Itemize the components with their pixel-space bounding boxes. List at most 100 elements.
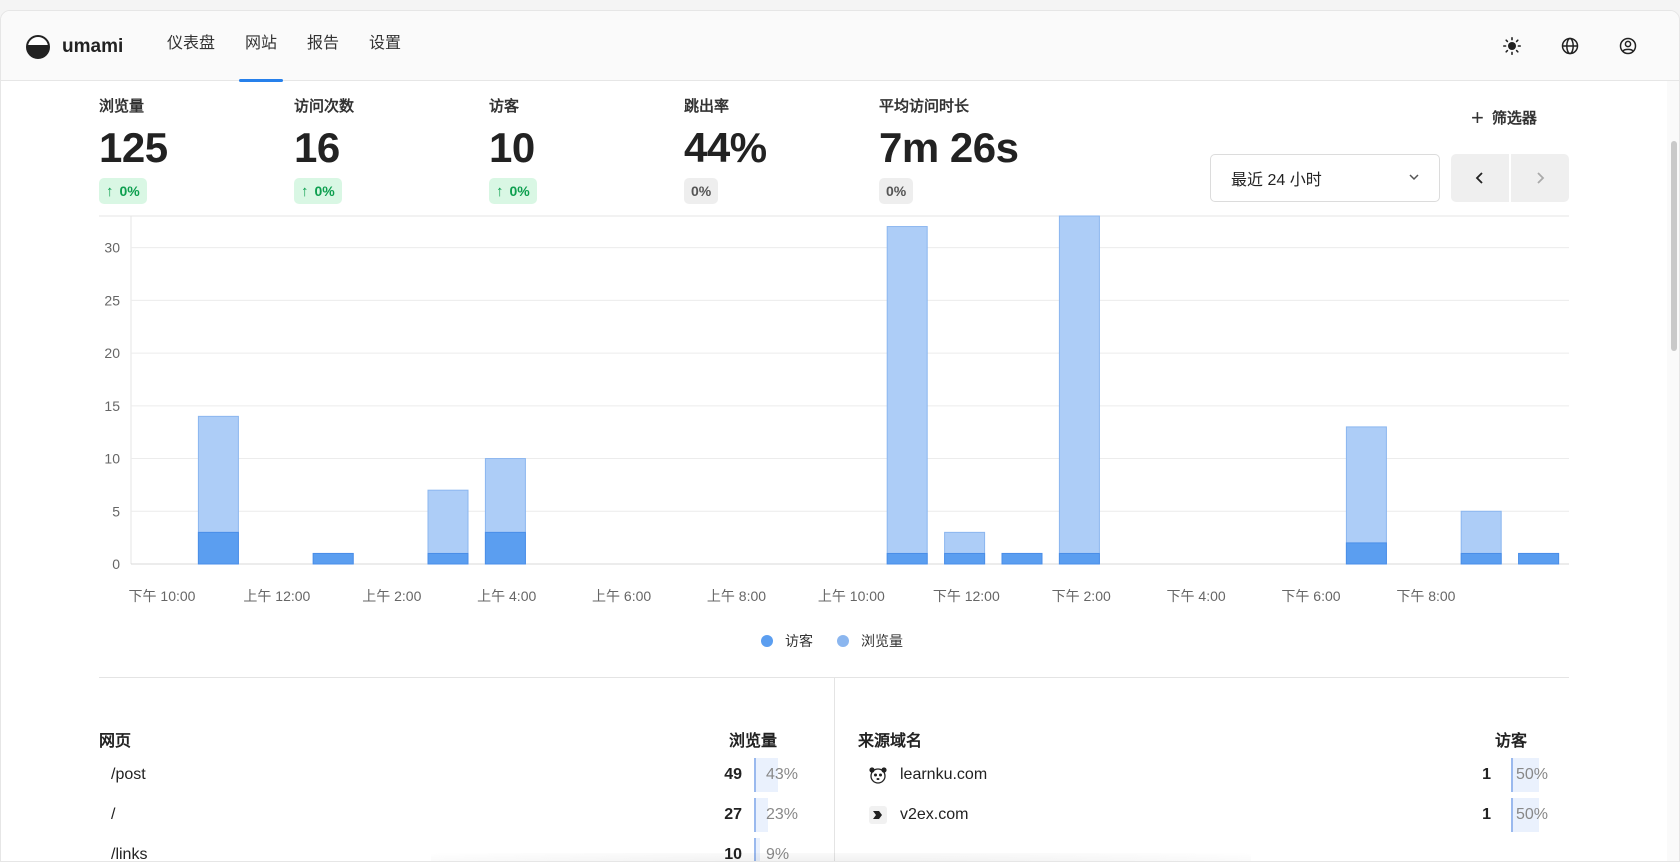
visitors-bar [197,531,239,565]
y-tick-label: 15 [104,398,120,414]
app-window: umami 仪表盘 网站 报告 设置 0 5 10 15 20 25 30 下午… [0,10,1680,862]
referrers-panel-title: 来源域名 [858,733,923,750]
metric-visitors: 访客 10 ↑ 0% [489,95,537,204]
y-tick-label: 25 [104,292,120,308]
table-row: /post 49 43% [111,758,811,792]
visitors-bar [1460,552,1502,565]
date-pager [1451,154,1569,202]
legend-swatch [837,635,849,647]
row-value: 49 [724,766,742,783]
x-tick-label: 上午 12:00 [243,588,310,604]
metric-value: 10 [489,124,535,171]
legend-item-pageviews[interactable]: 浏览量 [837,631,903,651]
table-row: v2ex.com 1 50% [868,798,1568,832]
visitors-bar [944,552,986,565]
metric-change-badge: ↑ 0% [99,178,147,204]
referrers-panel-metric-label: 访客 [1495,733,1528,750]
chevron-left-icon [1475,172,1483,184]
visitors-bar [427,552,469,565]
y-tick-label: 30 [104,240,120,256]
x-tick-label: 下午 8:00 [1396,588,1455,604]
visitors-bar [1518,552,1560,565]
arrow-up-icon: ↑ [301,182,309,200]
page-path-link[interactable]: /links [111,846,147,861]
legend-label: 访客 [785,633,813,649]
row-percent: 50% [1516,806,1549,823]
pages-panel-metric-label: 浏览量 [729,733,778,750]
metric-avg-visit-time: 平均访问时长 7m 26s 0% [879,95,1019,204]
metric-change-value: 0% [314,183,335,199]
metric-value: 7m 26s [879,124,1019,171]
plus-icon: + [1471,104,1484,130]
visitors-bar [312,552,354,565]
chart-svg: 0 5 10 15 20 25 30 下午 10:00 上午 12:00 上午 2:00 上午 4:… [99,215,1569,604]
x-tick-label: 下午 4:00 [1167,588,1226,604]
visitors-bar [1058,552,1100,565]
y-tick-label: 10 [104,451,120,467]
previous-range-button[interactable] [1451,154,1509,202]
metric-value: 44% [684,124,767,171]
pageviews-bar [1058,215,1100,565]
metric-bounce-rate: 跳出率 44% 0% [684,95,767,204]
x-tick-label: 上午 6:00 [592,588,651,604]
table-row: / 27 23% [111,798,811,832]
chevron-down-icon [1409,174,1419,181]
next-range-button[interactable] [1511,154,1569,202]
arrow-up-icon: ↑ [496,182,504,200]
table-row: learnku.com 1 50% [868,758,1568,792]
legend-swatch [761,635,773,647]
x-tick-label: 上午 2:00 [362,588,421,604]
metric-visits: 访问次数 16 ↑ 0% [294,95,354,204]
visitors-bar [1345,542,1387,565]
metric-change-badge: ↑ 0% [294,178,342,204]
metric-label: 浏览量 [99,98,145,115]
metric-change-value: 0% [509,183,530,199]
referrer-domain-link[interactable]: learnku.com [900,766,987,784]
row-value: 27 [724,806,742,823]
pageviews-bar [427,489,469,565]
metric-value: 125 [99,124,168,171]
pageviews-bar [886,226,928,565]
y-tick-label: 5 [112,503,120,519]
referrer-domain-link[interactable]: v2ex.com [900,806,968,824]
filter-button-label: 筛选器 [1491,110,1537,127]
visitors-bar [484,531,526,565]
panel-divider [834,678,835,861]
metric-label: 跳出率 [684,98,730,115]
date-range-select[interactable]: 最近 24 小时 [1210,154,1440,202]
x-tick-label: 上午 10:00 [818,588,885,604]
v2ex-favicon-icon [868,805,888,825]
legend-label: 浏览量 [861,633,903,649]
x-tick-label: 上午 4:00 [477,588,536,604]
pageviews-chart: 0 5 10 15 20 25 30 下午 10:00 上午 12:00 上午 2:00 上午 4:… [1,11,1679,671]
metric-change-value: 0% [119,183,140,199]
x-tick-label: 下午 6:00 [1281,588,1340,604]
x-tick-label: 下午 12:00 [933,588,1000,604]
bottom-shadow [431,853,1251,861]
row-percent: 43% [766,766,799,783]
metric-label: 访问次数 [294,98,355,115]
date-range-value: 最近 24 小时 [1231,172,1322,189]
pages-panel-title: 网页 [99,733,132,750]
metric-change-badge: ↑ 0% [489,178,537,204]
x-tick-label: 下午 2:00 [1052,588,1111,604]
chevron-right-icon [1537,172,1545,184]
row-percent: 50% [1516,766,1549,783]
y-tick-label: 20 [104,345,120,361]
x-tick-label: 上午 8:00 [707,588,766,604]
y-tick-label: 0 [112,556,120,572]
arrow-up-icon: ↑ [106,182,114,200]
chart-legend: 访客 浏览量 [761,631,927,651]
visitors-bar [1001,552,1043,565]
metric-pageviews: 浏览量 125 ↑ 0% [99,95,168,204]
page-path-link[interactable]: /post [111,766,146,784]
legend-item-visitors[interactable]: 访客 [761,631,813,651]
row-percent: 23% [766,806,799,823]
learnku-favicon-icon [868,765,888,785]
metric-change-badge: 0% [684,178,719,204]
metric-change-badge: 0% [879,178,914,204]
visitors-bar [886,552,928,565]
page-path-link[interactable]: / [111,806,115,824]
filter-button[interactable]: + 筛选器 [1471,104,1537,130]
row-value: 1 [1482,766,1491,783]
